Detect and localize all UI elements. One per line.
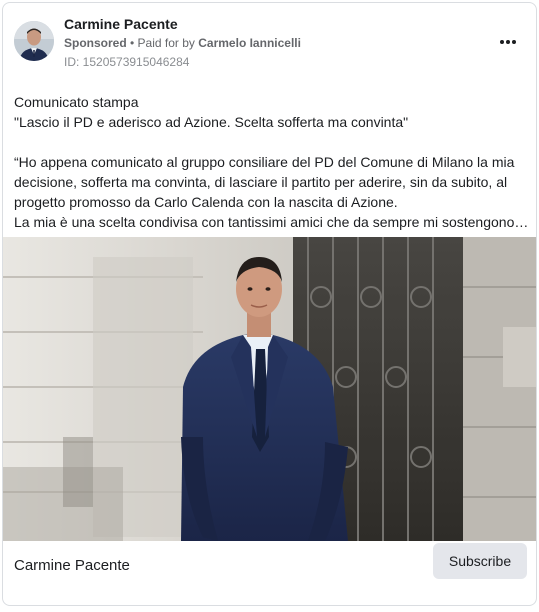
footer-page-name[interactable]: Carmine Pacente bbox=[14, 557, 130, 574]
ad-id: ID: 1520573915046284 bbox=[64, 55, 190, 69]
body-line[interactable]: La mia è una scelta condivisa con tantis… bbox=[14, 212, 529, 232]
post-photo[interactable] bbox=[3, 237, 536, 541]
ad-card: Carmine Pacente Sponsored • Paid for by … bbox=[2, 2, 537, 606]
avatar-image bbox=[14, 21, 54, 61]
portrait-photo bbox=[3, 237, 536, 541]
post-body: Comunicato stampa "Lascio il PD e aderis… bbox=[14, 92, 529, 232]
avatar[interactable] bbox=[14, 21, 54, 61]
body-line: progetto promosso da Carlo Calenda con l… bbox=[14, 194, 398, 210]
sponsored-line: Sponsored • Paid for by Carmelo Iannicel… bbox=[64, 36, 301, 50]
body-line: Comunicato stampa bbox=[14, 94, 139, 110]
body-line: decisione, sofferta ma convinta, di lasc… bbox=[14, 174, 508, 190]
paid-for-prefix: Paid for by bbox=[137, 36, 199, 50]
separator: • bbox=[126, 36, 138, 50]
author-name[interactable]: Carmine Pacente bbox=[64, 16, 178, 32]
body-line: "Lascio il PD e aderisco ad Azione. Scel… bbox=[14, 114, 409, 130]
subscribe-button[interactable]: Subscribe bbox=[433, 543, 527, 579]
body-line: “Ho appena comunicato al gruppo consilia… bbox=[14, 154, 515, 170]
paid-for-name: Carmelo Iannicelli bbox=[198, 36, 301, 50]
sponsored-label: Sponsored bbox=[64, 36, 127, 50]
more-options-icon[interactable] bbox=[496, 33, 520, 51]
